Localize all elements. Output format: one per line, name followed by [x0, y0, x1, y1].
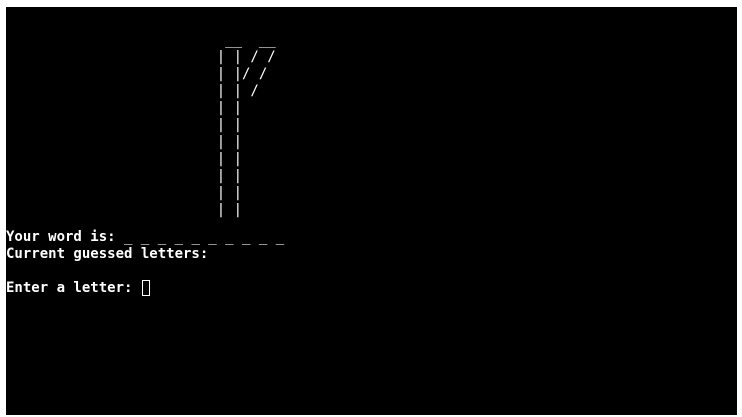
- guessed-letters-label: Current guessed letters:: [6, 246, 209, 262]
- letter-prompt-label: Enter a letter:: [6, 280, 133, 296]
- letter-input-line[interactable]: Enter a letter:: [6, 280, 150, 297]
- word-line: Your word is: _ _ _ _ _ _ _ _ _ _: [6, 229, 284, 246]
- terminal-output: __ __ | | / / | |/ / | | / | | | | | | |…: [6, 7, 737, 415]
- terminal-window: __ __ | | / / | |/ / | | / | | | | | | |…: [6, 7, 737, 415]
- text-cursor[interactable]: [141, 280, 150, 296]
- word-blanks: _ _ _ _ _ _ _ _ _ _: [124, 229, 285, 245]
- guessed-letters-line: Current guessed letters:: [6, 246, 217, 263]
- gallows-ascii-art: __ __ | | / / | |/ / | | / | | | | | | |…: [216, 32, 276, 218]
- word-label: Your word is:: [6, 229, 116, 245]
